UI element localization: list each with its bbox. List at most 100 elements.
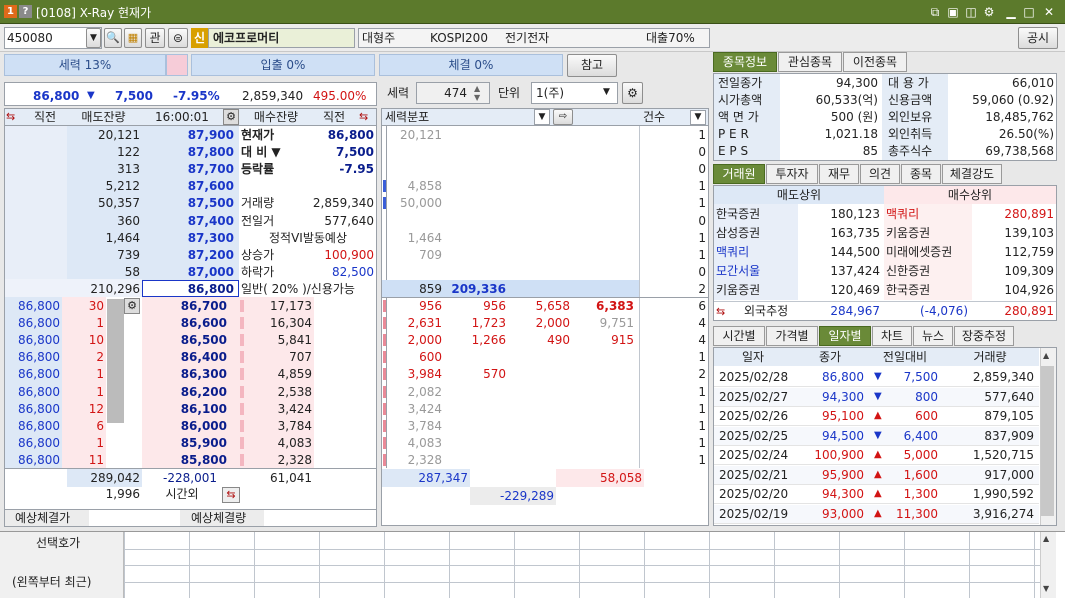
col-sell-qty: 매도잔량 — [81, 110, 126, 124]
book-settings-icon[interactable]: ⚙ — [223, 109, 239, 125]
sell-price[interactable]: 87,800 — [142, 143, 234, 161]
stamp-icon[interactable]: ⊜ — [168, 28, 188, 48]
sell-price[interactable]: 87,500 — [142, 194, 234, 212]
buy-qty: 16,304 — [270, 316, 312, 331]
info-value: 86,800 — [327, 128, 374, 142]
close-icon[interactable]: ✕ — [1041, 4, 1057, 20]
buy-price[interactable]: 86,200 — [142, 383, 227, 401]
capture-icon[interactable]: ▣ — [945, 4, 961, 20]
tab-right_tabs3-3[interactable]: 차트 — [872, 326, 912, 346]
grid-hline — [124, 548, 1040, 550]
buy-qty: 5,841 — [277, 333, 312, 348]
dropdown-chevron-icon[interactable]: ▼ — [86, 28, 101, 48]
sell-price[interactable]: 87,000 — [142, 263, 234, 281]
foreign-toggle-icon[interactable]: ⇆ — [716, 305, 725, 318]
dist-buy-bar — [383, 300, 386, 312]
tab-right_tabs1-0[interactable]: 종목정보 — [713, 52, 777, 72]
help-icon[interactable]: ? — [19, 5, 32, 18]
maximize-icon[interactable]: □ — [1021, 4, 1037, 20]
buy-qty-bar — [240, 317, 244, 330]
dist-buy-b — [448, 348, 506, 366]
dist-buy-d: 915 — [611, 333, 634, 348]
scroll-up-icon[interactable]: ▲ — [1043, 351, 1049, 360]
broker-buy-name[interactable]: 맥쿼리 — [886, 205, 919, 223]
daily-volume: 837,909 — [984, 428, 1034, 443]
search-icon[interactable]: 🔍 — [104, 28, 122, 48]
tab-right_tabs3-2[interactable]: 일자별 — [819, 326, 871, 346]
dist-buy-a: 3,984 — [407, 367, 442, 382]
unit-chevron-icon[interactable]: ▼ — [603, 87, 610, 97]
tab-right_tabs2-0[interactable]: 거래원 — [713, 164, 765, 184]
tab-right_tabs3-5[interactable]: 장중추정 — [954, 326, 1014, 346]
sell-price[interactable]: 86,800 — [142, 280, 234, 298]
buy-price[interactable]: 86,600 — [142, 314, 227, 332]
tab-right_tabs2-1[interactable]: 투자자 — [766, 164, 818, 184]
tab-right_tabs3-4[interactable]: 뉴스 — [913, 326, 953, 346]
daily-scroll-thumb[interactable] — [1041, 366, 1054, 516]
broker-buy-name[interactable]: 한국증권 — [886, 281, 930, 299]
mid-settings-icon[interactable]: ⚙ — [622, 82, 643, 104]
buy-count: 2 — [96, 350, 104, 365]
after-hours-toggle-icon[interactable]: ⇆ — [222, 487, 240, 503]
dist-count-label: 건수 — [643, 110, 666, 124]
info-key-2: 대 용 가 — [888, 76, 929, 90]
sell-price[interactable]: 87,400 — [142, 212, 234, 230]
dist-export-icon[interactable]: ⇨ — [553, 109, 573, 125]
swap-right-icon[interactable]: ⇆ — [359, 110, 368, 123]
link-icon[interactable]: ⧉ — [927, 4, 943, 20]
settings-icon[interactable]: ⚙ — [981, 4, 997, 20]
buy-price[interactable]: 85,800 — [142, 451, 227, 469]
sell-price[interactable]: 87,200 — [142, 246, 234, 264]
reference-button[interactable]: 참고 — [567, 54, 617, 77]
tab-right_tabs1-1[interactable]: 관심종목 — [778, 52, 842, 72]
sell-price[interactable]: 87,900 — [142, 126, 234, 144]
sell-price[interactable]: 87,600 — [142, 177, 234, 195]
broker-buy-name[interactable]: 미래에셋증권 — [886, 243, 952, 261]
bottom-scroll-down-icon[interactable]: ▼ — [1043, 584, 1049, 593]
buy-settings-icon[interactable]: ⚙ — [124, 298, 140, 314]
buy-scroll-track[interactable] — [107, 299, 124, 423]
spinner-arrows-icon[interactable]: ▲ ▼ — [474, 84, 480, 102]
sell-qty: 58 — [124, 264, 140, 279]
tab-right_tabs2-5[interactable]: 체결강도 — [942, 164, 1002, 184]
broker-sell-name[interactable]: 키움증권 — [716, 281, 760, 299]
broker-buy-name[interactable]: 키움증권 — [886, 224, 930, 242]
broker-sell-name[interactable]: 삼성증권 — [716, 224, 760, 242]
tab-right_tabs2-4[interactable]: 종목 — [901, 164, 941, 184]
buy-count: 6 — [96, 418, 104, 433]
copy-icon[interactable]: ◫ — [963, 4, 979, 20]
buy-price[interactable]: 86,100 — [142, 400, 227, 418]
buy-price[interactable]: 86,000 — [142, 417, 227, 435]
buy-price[interactable]: 85,900 — [142, 434, 227, 452]
sell-price[interactable]: 87,300 — [142, 229, 234, 247]
bottom-scroll-up-icon[interactable]: ▲ — [1043, 534, 1049, 543]
gongsi-button[interactable]: 공시 — [1018, 27, 1058, 49]
broker-sell-name[interactable]: 모간서울 — [716, 262, 760, 280]
tab-right_tabs2-2[interactable]: 재무 — [819, 164, 859, 184]
tab-right_tabs1-2[interactable]: 이전종목 — [843, 52, 907, 72]
sell-qty: 313 — [117, 162, 140, 177]
dist-buy-a: 600 — [419, 350, 442, 365]
broker-sell-name[interactable]: 맥쿼리 — [716, 243, 749, 261]
daily-change: 11,300 — [896, 506, 938, 521]
tab-right_tabs3-1[interactable]: 가격별 — [766, 326, 818, 346]
calendar-icon[interactable]: ▦ — [124, 28, 142, 48]
change-value: 7,500 — [115, 89, 153, 103]
tab-right_tabs2-3[interactable]: 의견 — [860, 164, 900, 184]
dist-buy-bar — [383, 385, 386, 398]
buy-price[interactable]: 86,400 — [142, 348, 227, 366]
count-dropdown-icon[interactable]: ▼ — [690, 110, 706, 125]
minimize-icon[interactable]: ▁ — [1003, 4, 1019, 20]
broker-buy-name[interactable]: 신한증권 — [886, 262, 930, 280]
buy-price[interactable]: 86,700 — [142, 297, 227, 315]
interest-button[interactable]: 관 — [145, 28, 165, 48]
broker-buy-volume: 280,891 — [1004, 207, 1054, 221]
buy-price[interactable]: 86,500 — [142, 331, 227, 349]
tab-right_tabs3-0[interactable]: 시간별 — [713, 326, 765, 346]
buy-price[interactable]: 86,300 — [142, 365, 227, 383]
dist-dropdown-icon[interactable]: ▼ — [534, 109, 550, 125]
broker-sell-name[interactable]: 한국증권 — [716, 205, 760, 223]
dist-buy-d: 6,383 — [596, 299, 634, 313]
sell-price[interactable]: 87,700 — [142, 160, 234, 178]
swap-left-icon[interactable]: ⇆ — [6, 110, 15, 123]
